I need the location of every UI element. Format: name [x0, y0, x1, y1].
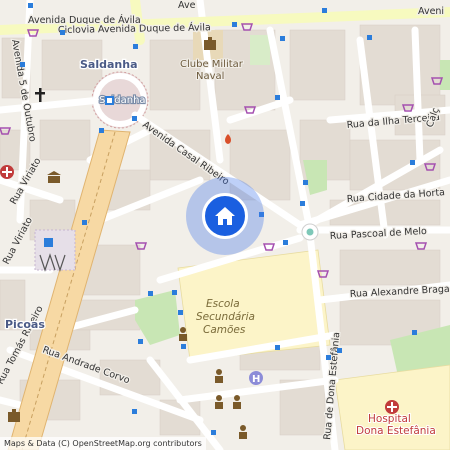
bus-stop-icon[interactable] [20, 62, 25, 67]
bus-stop-icon[interactable] [337, 348, 342, 353]
bus-stop-icon[interactable] [300, 201, 305, 206]
bus-stop-icon[interactable] [303, 180, 308, 185]
bus-stop-icon[interactable] [28, 3, 33, 8]
bus-stop-icon[interactable] [178, 310, 183, 315]
bus-stop-icon[interactable] [410, 160, 415, 165]
bus-stop-icon[interactable] [138, 339, 143, 344]
bus-stop-icon[interactable] [133, 44, 138, 49]
location-marker[interactable] [186, 177, 264, 255]
home-icon [215, 207, 235, 225]
location-dot[interactable] [202, 193, 248, 239]
label-saldanha: Saldanha [80, 58, 138, 71]
label-clube-militar-naval-1: Clube Militar [180, 59, 244, 70]
picoas-station-area [34, 229, 76, 271]
label-fragment-nw: Ave [178, 0, 196, 11]
bus-stop-icon[interactable] [232, 22, 237, 27]
label-fragment-ne: Aveni [418, 6, 444, 17]
label-clube-militar-naval-2: Naval [196, 71, 224, 82]
label-escola-2: Secundária [196, 311, 255, 323]
map-attribution: Maps & Data (C) OpenStreetMap.org contri… [0, 437, 206, 450]
bus-stop-icon[interactable] [82, 220, 87, 225]
label-hospital-1: Hospital [368, 413, 411, 425]
school-icon[interactable] [179, 327, 187, 341]
label-hospital-2: Dona Estefânia [356, 425, 436, 437]
bus-stop-icon[interactable] [322, 8, 327, 13]
bus-stop-icon[interactable] [412, 330, 417, 335]
bus-stop-icon[interactable] [367, 35, 372, 40]
clube-line-1: Clube Militar [180, 59, 244, 70]
parking-letter: H [252, 374, 260, 385]
hospital-icon[interactable] [385, 400, 399, 414]
bus-stop-icon[interactable] [326, 355, 331, 360]
bus-stop-icon[interactable] [275, 95, 280, 100]
bus-stop-icon[interactable] [132, 409, 137, 414]
school-icon[interactable] [239, 425, 247, 439]
metro-icon[interactable] [105, 96, 114, 105]
parking-icon[interactable]: H [249, 371, 263, 385]
map-view[interactable]: Avenida Duque de Ávila Ciclovia Avenida … [0, 0, 450, 450]
school-icon[interactable] [233, 395, 241, 409]
bus-stop-icon[interactable] [172, 290, 177, 295]
school-icon[interactable] [215, 369, 223, 383]
bus-stop-icon[interactable] [60, 30, 65, 35]
bus-stop-icon[interactable] [148, 291, 153, 296]
metro-icon[interactable] [44, 238, 53, 247]
hospital-icon[interactable] [0, 165, 14, 179]
bus-stop-icon[interactable] [280, 36, 285, 41]
bus-stop-icon[interactable] [283, 240, 288, 245]
label-picoas: Picoas [5, 318, 45, 331]
bus-stop-icon[interactable] [181, 344, 186, 349]
school-icon[interactable] [215, 395, 223, 409]
bus-stop-icon[interactable] [275, 345, 280, 350]
bus-stop-icon[interactable] [132, 116, 137, 121]
clube-line-2: Naval [196, 71, 224, 82]
label-escola-3: Camões [203, 324, 246, 336]
label-escola-1: Escola [206, 298, 240, 310]
bus-stop-icon[interactable] [211, 430, 216, 435]
bus-stop-icon[interactable] [99, 128, 104, 133]
fountain [306, 228, 314, 236]
